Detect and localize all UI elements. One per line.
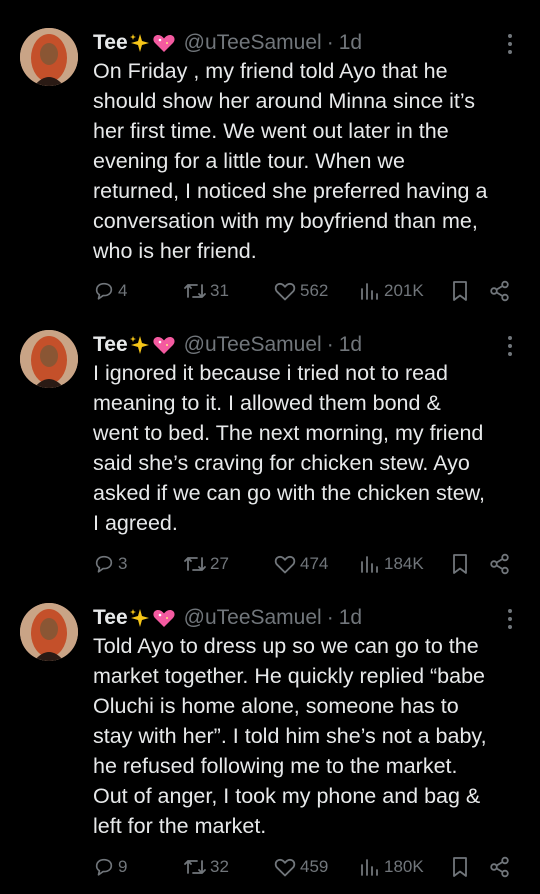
share-button[interactable] bbox=[489, 852, 511, 882]
tweet-header: Tee @uTeeSamuel · 1d bbox=[93, 330, 362, 360]
more-vertical-icon[interactable] bbox=[504, 33, 516, 55]
timestamp[interactable]: 1d bbox=[339, 330, 362, 360]
bookmark-button[interactable] bbox=[450, 276, 470, 306]
sparkles-icon bbox=[129, 334, 151, 356]
reply-icon bbox=[95, 555, 113, 573]
avatar-photo bbox=[20, 28, 78, 86]
action-bar: 9 32 459 180K bbox=[93, 852, 523, 882]
reply-button[interactable]: 9 bbox=[93, 852, 127, 882]
reply-count: 9 bbox=[118, 857, 128, 876]
retweet-button[interactable]: 27 bbox=[183, 549, 229, 579]
like-icon bbox=[274, 555, 296, 574]
tweet-text: Told Ayo to dress up so we can go to the… bbox=[93, 634, 487, 838]
views-icon bbox=[361, 283, 378, 300]
more-vertical-icon[interactable] bbox=[504, 335, 516, 357]
bookmark-icon bbox=[453, 857, 467, 877]
views-count: 180K bbox=[384, 857, 424, 876]
retweet-icon bbox=[184, 860, 206, 874]
user-handle[interactable]: @uTeeSamuel bbox=[184, 28, 322, 58]
views-button[interactable]: 201K bbox=[359, 276, 424, 306]
retweet-icon bbox=[184, 284, 206, 298]
like-button[interactable]: 474 bbox=[273, 549, 328, 579]
views-count: 201K bbox=[384, 281, 424, 300]
like-button[interactable]: 459 bbox=[273, 852, 328, 882]
retweet-count: 31 bbox=[210, 281, 229, 300]
views-count: 184K bbox=[384, 554, 424, 573]
share-icon bbox=[490, 856, 509, 878]
reply-button[interactable]: 4 bbox=[93, 276, 127, 306]
bookmark-button[interactable] bbox=[450, 852, 470, 882]
sparkles-icon bbox=[129, 607, 151, 629]
reply-icon bbox=[95, 858, 113, 876]
reply-count: 3 bbox=[118, 554, 128, 573]
bookmark-icon bbox=[453, 281, 467, 301]
share-button[interactable] bbox=[489, 549, 511, 579]
reply-count: 4 bbox=[118, 281, 128, 300]
more-vertical-icon[interactable] bbox=[504, 608, 516, 630]
action-bar: 4 31 562 201K bbox=[93, 276, 523, 306]
avatar[interactable] bbox=[20, 330, 78, 388]
share-icon bbox=[490, 553, 509, 575]
display-name[interactable]: Tee bbox=[93, 603, 128, 633]
share-button[interactable] bbox=[489, 276, 511, 306]
views-button[interactable]: 180K bbox=[359, 852, 424, 882]
retweet-count: 27 bbox=[210, 554, 229, 573]
separator-dot: · bbox=[326, 31, 334, 54]
bookmark-button[interactable] bbox=[450, 549, 470, 579]
avatar[interactable] bbox=[20, 28, 78, 86]
like-count: 562 bbox=[300, 281, 329, 300]
avatar-photo bbox=[20, 330, 78, 388]
like-count: 474 bbox=[300, 554, 329, 573]
retweet-icon bbox=[184, 557, 206, 571]
sparkles-icon bbox=[129, 32, 151, 54]
retweet-button[interactable]: 32 bbox=[183, 852, 229, 882]
reply-button[interactable]: 3 bbox=[93, 549, 127, 579]
user-handle[interactable]: @uTeeSamuel bbox=[184, 603, 322, 633]
retweet-button[interactable]: 31 bbox=[183, 276, 229, 306]
timestamp[interactable]: 1d bbox=[339, 28, 362, 58]
display-name[interactable]: Tee bbox=[93, 28, 128, 58]
tweet-header: Tee @uTeeSamuel · 1d bbox=[93, 603, 362, 633]
display-name[interactable]: Tee bbox=[93, 330, 128, 360]
reply-icon bbox=[95, 282, 113, 300]
timestamp[interactable]: 1d bbox=[339, 603, 362, 633]
sparkling-heart-icon bbox=[152, 334, 176, 356]
retweet-count: 32 bbox=[210, 857, 229, 876]
separator-dot: · bbox=[326, 606, 334, 629]
like-button[interactable]: 562 bbox=[273, 276, 328, 306]
like-icon bbox=[274, 282, 296, 301]
like-count: 459 bbox=[300, 857, 329, 876]
bookmark-icon bbox=[453, 554, 467, 574]
views-icon bbox=[361, 556, 378, 573]
share-icon bbox=[490, 280, 509, 302]
views-button[interactable]: 184K bbox=[359, 549, 424, 579]
like-icon bbox=[274, 858, 296, 877]
tweet-header: Tee @uTeeSamuel · 1d bbox=[93, 28, 362, 58]
sparkling-heart-icon bbox=[152, 607, 176, 629]
tweet-text: On Friday , my friend told Ayo that he s… bbox=[93, 59, 488, 263]
avatar-photo bbox=[20, 603, 78, 661]
avatar[interactable] bbox=[20, 603, 78, 661]
views-icon bbox=[361, 859, 378, 876]
tweet-text: I ignored it because i tried not to read… bbox=[93, 361, 485, 535]
separator-dot: · bbox=[326, 333, 334, 356]
user-handle[interactable]: @uTeeSamuel bbox=[184, 330, 322, 360]
sparkling-heart-icon bbox=[152, 32, 176, 54]
action-bar: 3 27 474 184K bbox=[93, 549, 523, 579]
